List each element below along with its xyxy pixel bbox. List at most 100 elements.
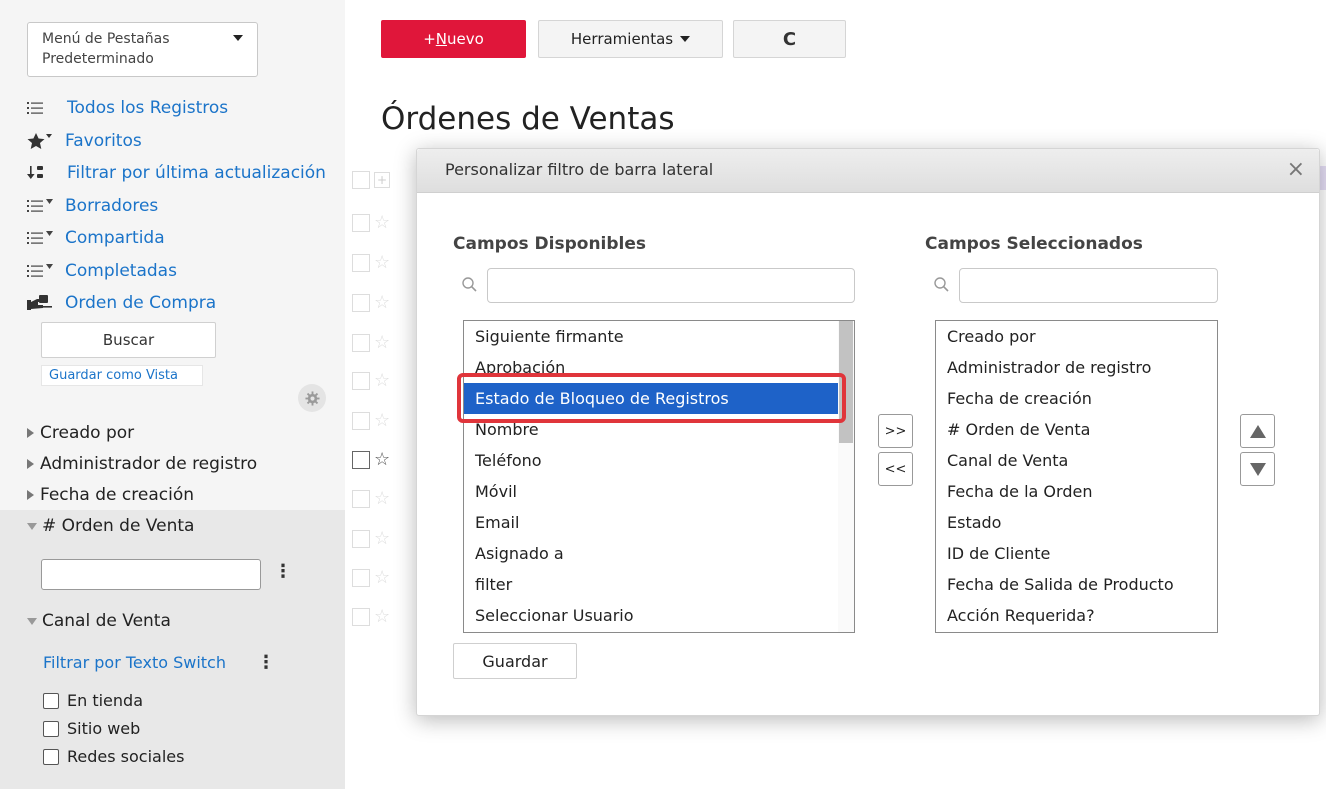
available-fields-list[interactable]: Siguiente firmante Aprobación Estado de … — [463, 320, 855, 633]
checkbox[interactable] — [43, 692, 59, 709]
checkbox[interactable] — [43, 748, 59, 765]
filter-label: Canal de Venta — [42, 611, 171, 631]
table-row: ☆ — [352, 252, 390, 273]
star-icon[interactable]: ☆ — [374, 410, 390, 431]
star-icon[interactable]: ☆ — [374, 449, 390, 470]
nav-item-all-records[interactable]: Todos los Registros — [27, 92, 342, 125]
list-item[interactable]: filter — [464, 569, 854, 600]
order-number-input[interactable] — [41, 559, 261, 590]
collapse-arrow-icon — [27, 617, 37, 625]
sidebar: Menú de Pestañas Predeterminado Todos lo… — [0, 0, 345, 789]
filter-label: Fecha de creación — [40, 485, 194, 505]
list-item[interactable]: Seleccionar Usuario — [464, 600, 854, 631]
list-item[interactable]: Asignado a — [464, 538, 854, 569]
nav-item-purchase-order[interactable]: Orden de Compra — [27, 287, 342, 320]
checkbox[interactable] — [352, 411, 370, 430]
nav-item-label: Orden de Compra — [65, 293, 217, 314]
checkbox[interactable] — [352, 568, 370, 587]
filter-record-admin[interactable]: Administrador de registro — [27, 454, 257, 474]
checkbox[interactable] — [352, 450, 370, 469]
new-prefix: + — [423, 30, 436, 48]
move-down-button[interactable] — [1240, 452, 1275, 486]
list-item[interactable]: Email — [464, 507, 854, 538]
list-item[interactable]: ID de Cliente — [936, 538, 1217, 569]
star-icon[interactable]: ☆ — [374, 332, 390, 353]
list-item[interactable]: Acción Requerida? — [936, 600, 1217, 631]
star-icon[interactable]: ☆ — [374, 567, 390, 588]
checkbox-website[interactable]: Sitio web — [43, 719, 140, 738]
add-field-button[interactable]: >> — [878, 414, 913, 448]
nav-item-favorites[interactable]: Favoritos — [27, 125, 342, 158]
checkbox[interactable] — [352, 489, 370, 508]
filter-switch-link[interactable]: Filtrar por Texto Switch — [43, 653, 226, 672]
customize-sidebar-filter-dialog: Personalizar filtro de barra lateral × C… — [416, 148, 1320, 716]
tools-dropdown-button[interactable]: Herramientas — [538, 20, 723, 58]
filter-order-number[interactable]: # Orden de Venta — [27, 516, 194, 536]
checkbox[interactable] — [352, 607, 370, 626]
move-up-button[interactable] — [1240, 414, 1275, 448]
checkbox[interactable] — [352, 529, 370, 548]
checkbox-in-store[interactable]: En tienda — [43, 691, 143, 710]
checkbox[interactable] — [352, 253, 370, 272]
filter-created-by[interactable]: Creado por — [27, 423, 134, 443]
filter-creation-date[interactable]: Fecha de creación — [27, 485, 194, 505]
list-item[interactable]: Siguiente firmante — [464, 321, 854, 352]
new-button[interactable]: + Nuevo — [381, 20, 526, 58]
scrollbar[interactable] — [838, 321, 854, 632]
refresh-button[interactable]: C — [733, 20, 846, 58]
table-row: ☆ — [352, 488, 390, 509]
nav-item-last-updated[interactable]: Filtrar por última actualización — [27, 157, 342, 190]
selected-search — [933, 268, 1218, 303]
list-filter-icon — [27, 263, 65, 279]
checkbox-social-media[interactable]: Redes sociales — [43, 747, 184, 766]
checkbox[interactable] — [352, 333, 370, 352]
selected-fields-list[interactable]: Creado por Administrador de registro Fec… — [935, 320, 1218, 633]
nav-item-completed[interactable]: Completadas — [27, 255, 342, 288]
list-item[interactable]: Fecha de creación — [936, 383, 1217, 414]
checkbox[interactable] — [352, 213, 370, 232]
gear-icon[interactable] — [298, 384, 326, 412]
kebab-menu-icon[interactable]: ⋮ — [257, 652, 275, 673]
table-row: ☆ — [352, 567, 390, 588]
table-row: ☆ — [352, 449, 390, 470]
checkbox[interactable] — [352, 371, 370, 390]
star-icon[interactable]: ☆ — [374, 606, 390, 627]
star-icon[interactable]: ☆ — [374, 528, 390, 549]
add-icon[interactable]: + — [374, 172, 390, 188]
nav-item-shared[interactable]: Compartida — [27, 222, 342, 255]
list-item[interactable]: Móvil — [464, 476, 854, 507]
save-as-view-link[interactable]: Guardar como Vista — [41, 365, 203, 386]
list-item[interactable]: Administrador de registro — [936, 352, 1217, 383]
checkbox[interactable] — [43, 720, 59, 737]
nav-item-drafts[interactable]: Borradores — [27, 190, 342, 223]
list-item[interactable]: Fecha de Salida de Producto — [936, 569, 1217, 600]
list-item[interactable]: Estado — [936, 507, 1217, 538]
refresh-icon: C — [782, 28, 797, 50]
available-search-input[interactable] — [487, 268, 855, 303]
checkbox[interactable] — [352, 171, 370, 189]
checkbox-label: Sitio web — [67, 719, 141, 738]
kebab-menu-icon[interactable]: ⋮ — [274, 561, 292, 582]
star-icon[interactable]: ☆ — [374, 370, 390, 391]
tab-menu-dropdown[interactable]: Menú de Pestañas Predeterminado — [27, 22, 258, 77]
star-icon[interactable]: ☆ — [374, 488, 390, 509]
checkbox-label: Redes sociales — [67, 747, 185, 766]
star-icon[interactable]: ☆ — [374, 252, 390, 273]
table-row: ☆ — [352, 332, 390, 353]
checkbox[interactable] — [352, 293, 370, 312]
save-button[interactable]: Guardar — [453, 643, 577, 679]
search-button[interactable]: Buscar — [41, 322, 216, 358]
star-icon[interactable]: ☆ — [374, 212, 390, 233]
list-item[interactable]: # Orden de Venta — [936, 414, 1217, 445]
close-icon[interactable]: × — [1287, 159, 1305, 181]
table-header-row: + — [352, 171, 394, 189]
star-icon[interactable]: ☆ — [374, 292, 390, 313]
remove-field-button[interactable]: << — [878, 452, 913, 486]
filter-label: # Orden de Venta — [42, 516, 195, 536]
selected-search-input[interactable] — [959, 268, 1218, 303]
list-item[interactable]: Fecha de la Orden — [936, 476, 1217, 507]
list-item[interactable]: Canal de Venta — [936, 445, 1217, 476]
list-item[interactable]: Creado por — [936, 321, 1217, 352]
list-item[interactable]: Teléfono — [464, 445, 854, 476]
filter-sales-channel[interactable]: Canal de Venta — [27, 611, 171, 631]
